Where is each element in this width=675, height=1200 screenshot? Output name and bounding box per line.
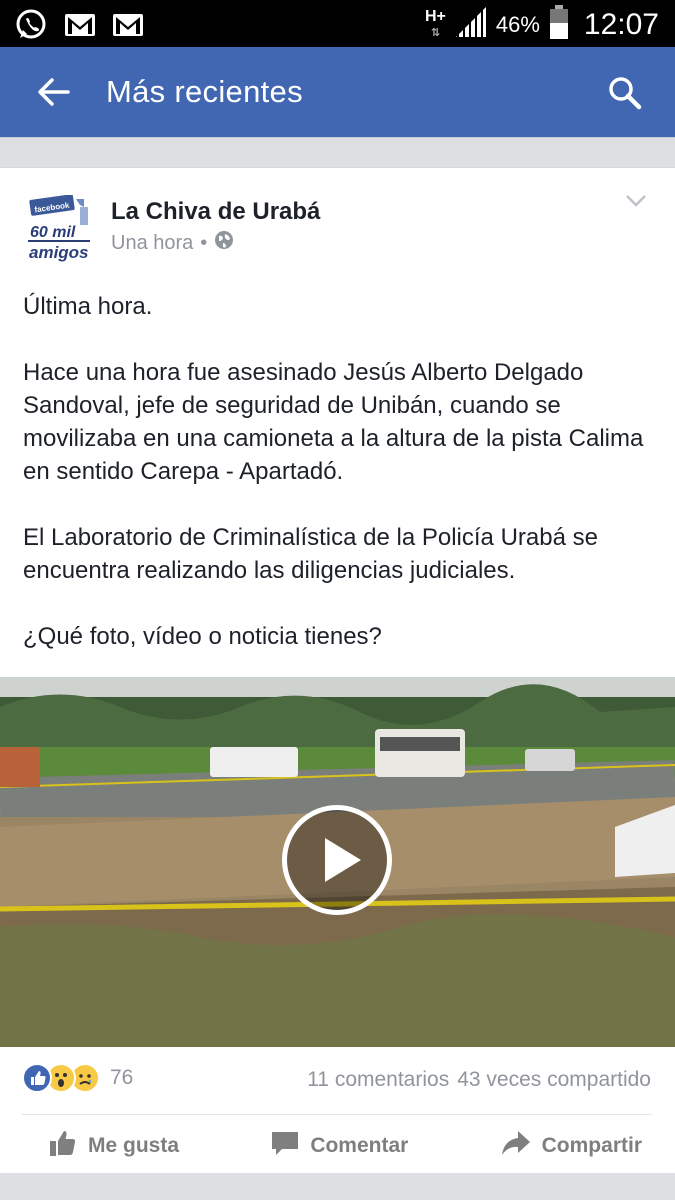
post-paragraph: El Laboratorio de Criminalística de la P… xyxy=(23,524,598,584)
comment-button[interactable]: Comentar xyxy=(270,1118,408,1174)
post-text: Última hora. Hace una hora fue asesinado… xyxy=(23,290,663,686)
post-stats: 11 comentarios 43 veces compartido xyxy=(307,1068,651,1092)
post-paragraph: Hace una hora fue asesinado Jesús Albert… xyxy=(23,359,644,485)
battery-percent: 46% xyxy=(495,11,540,37)
post-paragraph: ¿Qué foto, vídeo o noticia tienes? xyxy=(23,623,382,650)
comment-icon xyxy=(270,1128,300,1164)
feed-separator xyxy=(0,137,675,167)
globe-icon xyxy=(214,230,234,256)
comment-label: Comentar xyxy=(310,1134,409,1157)
page-title: Más recientes xyxy=(106,74,303,109)
network-type: H+ ⇅ xyxy=(424,7,446,39)
share-label: Compartir xyxy=(541,1134,642,1157)
post-time[interactable]: Una hora xyxy=(111,232,193,255)
app-bar: Más recientes xyxy=(0,47,675,137)
like-label: Me gusta xyxy=(88,1134,180,1157)
play-button[interactable] xyxy=(282,805,392,915)
clock: 12:07 xyxy=(583,7,659,41)
play-icon xyxy=(325,838,361,882)
comment-count[interactable]: 11 comentarios xyxy=(307,1068,449,1092)
like-reaction-icon xyxy=(22,1063,52,1093)
chevron-down-icon[interactable] xyxy=(625,194,647,213)
avatar[interactable]: facebook 60 mil amigos xyxy=(24,194,96,267)
avatar-line2: amigos xyxy=(29,243,89,262)
meta-separator: • xyxy=(200,231,208,254)
post-actions: Me gusta Comentar Compartir xyxy=(0,1118,675,1174)
share-button[interactable]: Compartir xyxy=(500,1118,642,1174)
like-button[interactable]: Me gusta xyxy=(48,1118,179,1174)
share-arrow-icon xyxy=(500,1128,532,1164)
feed-separator xyxy=(0,1173,675,1200)
avatar-line1: 60 mil xyxy=(30,224,76,241)
divider xyxy=(22,1114,652,1115)
post-card: facebook 60 mil amigos La Chiva de Urabá… xyxy=(0,167,675,1173)
whatsapp-icon xyxy=(14,8,48,47)
post-paragraph: Última hora. xyxy=(23,293,153,320)
status-bar: H+ ⇅ 46% 12:07 xyxy=(0,0,675,47)
page-name[interactable]: La Chiva de Urabá xyxy=(111,198,320,226)
post-meta: Una hora • xyxy=(111,230,234,256)
reactions-summary[interactable]: 76 xyxy=(22,1063,133,1093)
gmail-icon xyxy=(112,12,144,43)
battery-icon xyxy=(548,4,570,45)
gmail-icon xyxy=(64,12,96,43)
back-arrow-icon[interactable] xyxy=(36,75,70,114)
video-thumbnail[interactable] xyxy=(0,677,675,1047)
share-count[interactable]: 43 veces compartido xyxy=(457,1068,651,1092)
thumbs-up-icon xyxy=(48,1128,78,1164)
signal-icon xyxy=(454,5,488,44)
search-icon[interactable] xyxy=(607,75,643,116)
reaction-count: 76 xyxy=(110,1066,134,1089)
